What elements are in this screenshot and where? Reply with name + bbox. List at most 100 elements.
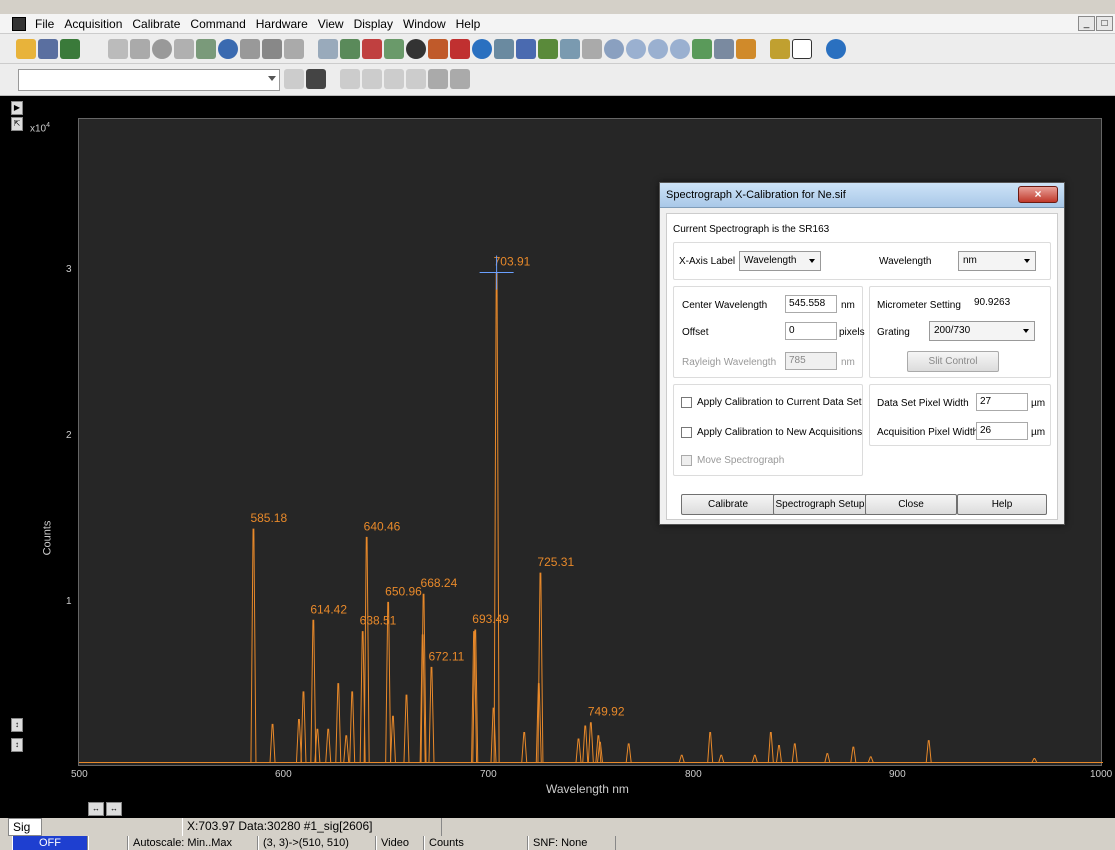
white-square-icon[interactable] [792,39,812,59]
grating-select[interactable]: 200/730 [929,321,1035,341]
run-icon[interactable] [284,69,304,89]
stack-icon[interactable] [362,39,382,59]
pause-icon[interactable] [648,39,668,59]
menu-hardware[interactable]: Hardware [251,14,313,34]
sig-tab[interactable]: Sig [8,818,42,836]
spectrum-peak [335,683,342,763]
grid-icon[interactable] [340,39,360,59]
find-next-icon[interactable] [450,69,470,89]
command-combo[interactable] [18,69,280,91]
stop-icon[interactable] [670,39,690,59]
cut-icon[interactable] [340,69,360,89]
histogram-icon[interactable] [494,39,514,59]
app-icon[interactable] [12,16,26,31]
camera-icon[interactable] [130,39,150,59]
main-toolbar [0,34,1115,64]
slit-control-button[interactable]: Slit Control [907,351,999,372]
spectrum-peak [250,528,257,763]
spectrum-peak [575,738,582,763]
rayleigh-unit: nm [841,357,855,368]
setup-icon[interactable] [108,39,128,59]
image-icon[interactable] [538,39,558,59]
peak-label: 725.31 [537,555,574,569]
spectrum-peak [269,723,276,763]
y-scale-up-icon[interactable]: ↕ [11,718,23,732]
window-controls: _ □ [1078,16,1113,31]
palette-icon[interactable] [582,39,602,59]
menu-file[interactable]: File [30,14,59,34]
calibrate-button[interactable]: Calibrate [681,494,775,515]
color-wheel-icon[interactable] [770,39,790,59]
menu-acquisition[interactable]: Acquisition [59,14,127,34]
status-empty-cell [88,836,128,850]
menu-calibrate[interactable]: Calibrate [127,14,185,34]
help-icon[interactable] [826,39,846,59]
spectrum-peak [428,666,435,763]
menu-view[interactable]: View [313,14,349,34]
frame-icon[interactable] [284,39,304,59]
display-icon[interactable] [318,39,338,59]
menu-display[interactable]: Display [349,14,398,34]
xaxis-select[interactable]: Wavelength [739,251,821,271]
close-icon[interactable]: × [1018,186,1058,203]
current-spectrograph-text: Current Spectrograph is the SR163 [673,224,830,235]
x-tick-900: 900 [889,769,906,780]
graph-icon[interactable] [196,39,216,59]
tools-icon[interactable] [174,39,194,59]
copy-icon[interactable] [362,69,382,89]
record-icon[interactable] [450,39,470,59]
spectrum-peak [349,691,356,763]
menu-window[interactable]: Window [398,14,451,34]
y-scale-down-icon[interactable]: ↕ [11,738,23,752]
menu-help[interactable]: Help [451,14,486,34]
bar-chart-icon[interactable] [428,39,448,59]
chart-window-icon[interactable] [714,39,734,59]
undo-icon[interactable] [406,69,426,89]
find-icon[interactable] [428,69,448,89]
unit-select[interactable]: nm [958,251,1036,271]
spectrograph-setup-button[interactable]: Spectrograph Setup [773,494,867,515]
help-button[interactable]: Help [957,494,1047,515]
brush-icon[interactable] [262,39,282,59]
x-scale-out-icon[interactable]: ↔ [88,802,104,816]
spectrum-peak [587,722,594,763]
expand-icon[interactable]: ▶ [11,101,23,115]
spectrum-icon[interactable] [516,39,536,59]
clock-icon[interactable] [604,39,624,59]
acq-pixel-input[interactable]: 26 [976,422,1028,440]
play-icon[interactable] [626,39,646,59]
filter-icon[interactable] [384,39,404,59]
snf-status: SNF: None [528,836,616,850]
hardware-icon[interactable] [240,39,260,59]
print-icon[interactable] [38,39,58,59]
x-scale-in-icon[interactable]: ↔ [106,802,122,816]
no-entry-icon[interactable] [152,39,172,59]
refresh-icon[interactable] [218,39,238,59]
dialog-title-bar[interactable]: Spectrograph X-Calibration for Ne.sif × [660,183,1064,208]
color-bars-icon[interactable] [736,39,756,59]
mode-status: Video [376,836,424,850]
menu-command[interactable]: Command [185,14,250,34]
apply-current-checkbox[interactable] [681,397,692,408]
restore-button[interactable]: □ [1096,16,1113,31]
info-icon[interactable] [472,39,492,59]
console-icon[interactable] [306,69,326,89]
autoscale-status: Autoscale: Min..Max [128,836,258,850]
shutter-icon[interactable] [406,39,426,59]
save-icon[interactable] [60,39,80,59]
photo-icon[interactable] [560,39,580,59]
open-folder-icon[interactable] [16,39,36,59]
paste-icon[interactable] [384,69,404,89]
acquisition-status-badge: OFF [12,836,88,850]
minimize-button[interactable]: _ [1078,16,1095,31]
kinetic-icon[interactable] [692,39,712,59]
apply-new-checkbox[interactable] [681,427,692,438]
offset-input[interactable]: 0 [785,322,837,340]
ds-pixel-input[interactable]: 27 [976,393,1028,411]
zoom-icon[interactable]: ⇱ [11,117,23,131]
peak-label: 693.49 [472,612,509,626]
close-button[interactable]: Close [865,494,957,515]
center-wavelength-input[interactable]: 545.558 [785,295,837,313]
grating-label: Grating [877,327,910,338]
secondary-toolbar [0,64,1115,96]
